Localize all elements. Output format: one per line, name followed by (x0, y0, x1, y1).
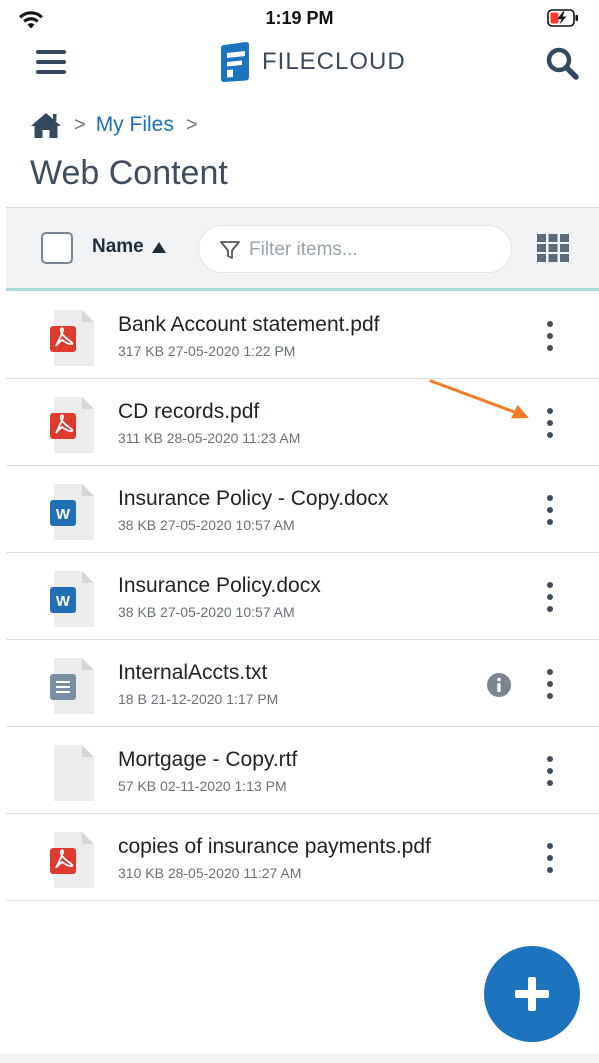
sort-by-name-button[interactable]: Name (92, 236, 166, 258)
file-meta: 317 KB 27-05-2020 1:22 PM (118, 343, 296, 359)
file-row[interactable]: W Insurance Policy.docx 38 KB 27-05-2020… (6, 553, 599, 640)
home-icon[interactable] (30, 111, 62, 139)
pdf-file-icon (50, 310, 94, 366)
more-options-icon[interactable] (536, 492, 564, 528)
file-row[interactable]: Bank Account statement.pdf 317 KB 27-05-… (6, 292, 599, 379)
file-name: InternalAccts.txt (118, 661, 268, 684)
file-name: Insurance Policy - Copy.docx (118, 487, 389, 510)
svg-text:W: W (56, 506, 71, 523)
file-list: Bank Account statement.pdf 317 KB 27-05-… (6, 292, 599, 901)
blank-file-icon (54, 745, 94, 801)
filter-icon (220, 241, 240, 259)
file-name: CD records.pdf (118, 400, 260, 423)
menu-icon[interactable] (36, 50, 66, 76)
status-bar: 1:19 PM (0, 0, 599, 36)
file-meta: 311 KB 28-05-2020 11:23 AM (118, 430, 301, 446)
file-meta: 18 B 21-12-2020 1:17 PM (118, 691, 279, 707)
filter-input[interactable] (249, 234, 499, 266)
list-toolbar: Name (6, 207, 599, 291)
chevron-right-icon: > (185, 113, 198, 136)
plus-icon (515, 977, 549, 1011)
file-name: Bank Account statement.pdf (118, 313, 380, 336)
filecloud-logo-icon (221, 42, 249, 82)
status-time: 1:19 PM (265, 8, 334, 28)
breadcrumb-my-files[interactable]: My Files (96, 113, 174, 137)
file-meta: 310 KB 28-05-2020 11:27 AM (118, 865, 302, 881)
file-meta: 38 KB 27-05-2020 10:57 AM (118, 604, 295, 620)
more-options-icon[interactable] (536, 318, 564, 354)
svg-text:W: W (56, 593, 71, 610)
pdf-file-icon (50, 397, 94, 453)
search-icon[interactable] (545, 46, 579, 80)
sort-ascending-icon (151, 241, 166, 253)
file-row[interactable]: CD records.pdf 311 KB 28-05-2020 11:23 A… (6, 379, 599, 466)
file-row[interactable]: copies of insurance payments.pdf 310 KB … (6, 814, 599, 901)
logo-text: FILECLOUD (262, 48, 406, 75)
file-name: Mortgage - Copy.rtf (118, 748, 298, 771)
chevron-right-icon: > (74, 113, 86, 136)
filter-box (198, 225, 512, 273)
sort-label: Name (92, 236, 144, 257)
more-options-icon[interactable] (536, 666, 564, 702)
more-options-icon[interactable] (536, 405, 564, 441)
more-options-icon[interactable] (536, 753, 564, 789)
pdf-file-icon (50, 832, 94, 888)
text-file-icon (50, 658, 94, 714)
word-file-icon: W (50, 571, 94, 627)
add-button[interactable] (484, 946, 580, 1042)
page-title: Web Content (30, 154, 228, 192)
app-header: FILECLOUD (0, 36, 599, 94)
bottom-bar (0, 1053, 599, 1063)
file-row[interactable]: W Insurance Policy - Copy.docx 38 KB 27-… (6, 466, 599, 553)
info-icon[interactable] (487, 673, 511, 697)
more-options-icon[interactable] (536, 579, 564, 615)
breadcrumb: > My Files > (30, 110, 208, 140)
file-meta: 38 KB 27-05-2020 10:57 AM (118, 517, 295, 533)
filecloud-logo: FILECLOUD (218, 40, 406, 84)
select-all-checkbox[interactable] (41, 232, 73, 264)
file-meta: 57 KB 02-11-2020 1:13 PM (118, 778, 287, 794)
battery-charging-icon (547, 9, 578, 27)
file-name: Insurance Policy.docx (118, 574, 321, 597)
file-row[interactable]: Mortgage - Copy.rtf 57 KB 02-11-2020 1:1… (6, 727, 599, 814)
grid-view-icon[interactable] (536, 233, 570, 263)
more-options-icon[interactable] (536, 840, 564, 876)
file-name: copies of insurance payments.pdf (118, 835, 431, 858)
file-row[interactable]: InternalAccts.txt 18 B 21-12-2020 1:17 P… (6, 640, 599, 727)
word-file-icon: W (50, 484, 94, 540)
